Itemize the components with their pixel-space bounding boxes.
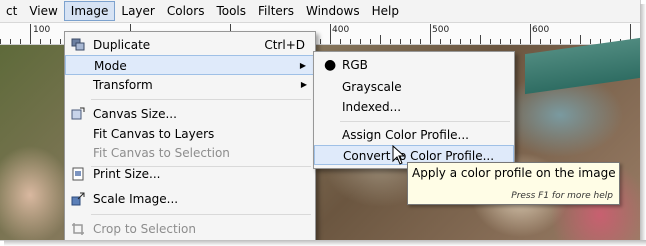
ruler-label: 500 [432,25,450,35]
menu-item-assign-color-profile[interactable]: Assign Color Profile... [314,125,514,145]
ruler-tick [560,39,561,44]
ruler-tick [320,39,321,44]
ruler-tick [390,39,391,44]
menu-layer[interactable]: Layer [115,1,160,21]
menu-separator [340,121,510,122]
menu-item-transform[interactable]: Transform ▶ [65,75,315,95]
menu-item-label: Assign Color Profile... [342,128,469,142]
ruler-tick [490,39,491,44]
menu-item-label: Grayscale [342,80,402,94]
menu-item-indexed[interactable]: Indexed... [314,97,514,117]
submenu-arrow-icon: ▶ [299,61,306,70]
menu-item-label: Fit Canvas to Selection [93,146,230,160]
gimp-window: ct View Image Layer Colors Tools Filters… [0,0,641,241]
menu-item-label: Duplicate [93,38,151,52]
ruler-label: 100 [33,25,51,35]
ruler-tick [350,39,351,44]
ruler-tick [520,39,521,44]
menu-item-label: Indexed... [342,100,402,114]
menu-filters[interactable]: Filters [252,1,300,21]
menu-image[interactable]: Image [63,1,116,21]
scale-image-icon [71,192,85,206]
ruler-tick [60,39,61,44]
ruler-tick [400,39,401,44]
canvas-size-icon [71,107,85,120]
ruler-tick [340,39,341,44]
menu-item-label: Canvas Size... [93,107,177,121]
ruler-tick [460,39,461,44]
menu-item-duplicate[interactable]: Duplicate Ctrl+D [65,35,315,55]
ruler-label: 400 [332,25,350,35]
ruler-tick [510,39,511,44]
menu-colors[interactable]: Colors [161,1,211,21]
ruler-tick [380,35,381,44]
menu-item-label: Print Size... [93,167,161,181]
radio-selected-icon: ● [324,57,337,73]
ruler-tick [370,39,371,44]
ruler-tick [430,24,431,44]
crop-icon [72,223,84,235]
ruler-tick [540,39,541,44]
ruler-tick [580,35,581,44]
menu-separator [91,214,311,215]
menu-item-canvas-size[interactable]: Canvas Size... [65,104,315,124]
ruler-tick [530,24,531,44]
ruler-tick [40,39,41,44]
ruler-tick [20,39,21,44]
menu-item-label: RGB [342,58,368,72]
ruler-tick [330,24,331,44]
ruler-tick [50,39,51,44]
tooltip: Apply a color profile on the image Press… [407,162,620,205]
menu-item-label: Fit Canvas to Layers [93,127,215,141]
ruler-tick [410,39,411,44]
menu-edit[interactable]: ct [0,1,23,21]
duplicate-icon [71,38,85,51]
menu-item-shortcut: Ctrl+D [264,38,305,52]
screenshot-shadow [4,240,646,246]
menu-tools[interactable]: Tools [210,1,252,21]
ruler-tick [440,39,441,44]
ruler-tick [420,39,421,44]
menu-separator [91,99,311,100]
ruler-tick [450,39,451,44]
menu-item-label: Crop to Selection [93,222,196,236]
ruler-tick [590,39,591,44]
menu-item-label: Mode [94,59,127,73]
ruler-tick [550,39,551,44]
ruler-tick [570,39,571,44]
menu-item-fit-canvas-to-selection[interactable]: Fit Canvas to Selection [65,143,315,163]
image-menu: Duplicate Ctrl+D Mode ▶ Transform ▶ Canv… [64,31,316,240]
menu-item-label: Transform [93,78,153,92]
menu-help[interactable]: Help [366,1,405,21]
ruler-tick [10,39,11,44]
menu-item-mode[interactable]: Mode ▶ [65,55,315,75]
ruler-tick [500,39,501,44]
mode-submenu: ● RGB Grayscale Indexed... Assign Color … [313,51,515,169]
ruler-tick [470,39,471,44]
ruler-tick [360,39,361,44]
tooltip-text: Apply a color profile on the image [412,166,616,180]
submenu-arrow-icon: ▶ [300,80,307,89]
screenshot-shadow [640,4,646,244]
ruler-tick [0,39,1,44]
menu-item-scale-image[interactable]: Scale Image... [65,189,315,209]
menubar: ct View Image Layer Colors Tools Filters… [0,0,640,23]
ruler-label: 600 [532,25,550,35]
menu-item-crop-to-selection[interactable]: Crop to Selection [65,219,315,239]
mouse-pointer-icon [392,145,406,165]
menu-windows[interactable]: Windows [300,1,366,21]
tooltip-help: Press F1 for more help [511,191,613,201]
menu-view[interactable]: View [23,1,63,21]
print-size-icon [72,167,84,181]
ruler-tick [480,35,481,44]
menu-item-rgb[interactable]: ● RGB [314,55,514,75]
menu-item-fit-canvas-to-layers[interactable]: Fit Canvas to Layers [65,124,315,144]
menu-item-grayscale[interactable]: Grayscale [314,77,514,97]
menu-item-print-size[interactable]: Print Size... [65,164,315,184]
ruler-tick [30,24,31,44]
menu-item-label: Scale Image... [93,192,179,206]
